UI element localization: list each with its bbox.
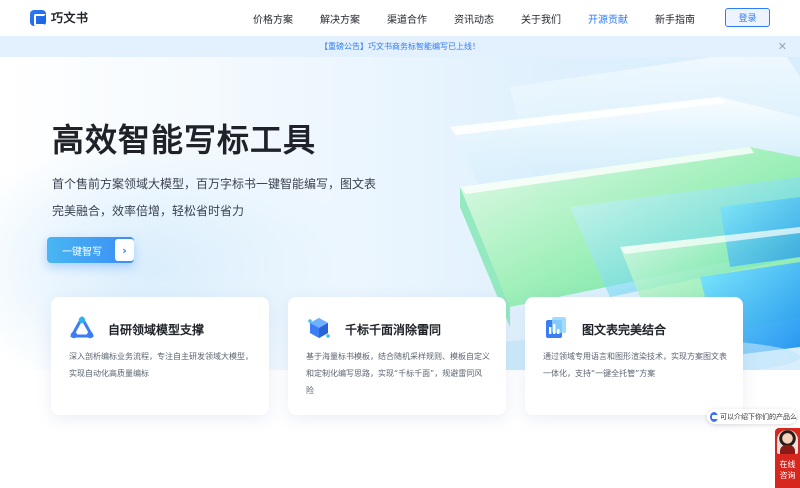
hero-subtitle-line-1: 首个售前方案领域大模型，百万字标书一键智能编写，图文表	[52, 177, 377, 191]
notice-bar: 【重磅公告】巧文书商务标智能编写已上线！ ✕	[0, 36, 800, 57]
smart-write-label: 一键智写	[62, 246, 102, 258]
nav-item-news[interactable]: 资讯动态	[454, 11, 494, 26]
consult-line-1: 在线	[779, 460, 796, 469]
feature-card-model: 自研领域模型支撑 深入剖析编标业务流程，专注自主研发领域大模型，实现自动化高质量…	[51, 297, 269, 415]
model-triangle-icon	[70, 316, 94, 339]
hero-subtitle-line-2: 完美融合，效率倍增，轻松省时省力	[52, 204, 245, 218]
feature-desc: 深入剖析编标业务流程，专注自主研发领域大模型，实现自动化高质量编标	[69, 352, 253, 378]
notice-link[interactable]: 【重磅公告】巧文书商务标智能编写已上线！	[320, 41, 480, 52]
feature-card-graphic: 图文表完美结合 通过领域专用语言和图形渲染技术，实现方案图文表一体化，支持“一键…	[525, 297, 743, 415]
nav-item-pricing[interactable]: 价格方案	[253, 11, 293, 26]
smart-write-button[interactable]: 一键智写 ›	[47, 237, 134, 263]
cube-icon	[308, 318, 330, 338]
nav-item-channel[interactable]: 渠道合作	[387, 11, 427, 26]
close-icon[interactable]: ✕	[778, 40, 787, 53]
chat-tip-bubble[interactable]: 可以介绍下你们的产品么	[707, 409, 797, 424]
feature-desc: 基于海量标书模板，结合随机采样规则、模板自定义和定制化编写思路，实现“千标千面”…	[306, 352, 490, 395]
nav-item-about[interactable]: 关于我们	[521, 11, 561, 26]
hero-subtitle: 首个售前方案领域大模型，百万字标书一键智能编写，图文表 完美融合，效率倍增，轻松…	[52, 171, 382, 225]
feature-title: 图文表完美结合	[582, 323, 667, 337]
nav-item-solutions[interactable]: 解决方案	[320, 11, 360, 26]
nav-item-guide[interactable]: 新手指南	[655, 11, 695, 26]
hero-title: 高效智能写标工具	[52, 121, 317, 159]
consult-line-2: 咨询	[779, 471, 796, 480]
online-consult-button[interactable]: 在线 咨询	[775, 428, 800, 488]
feature-card-unique: 千标千面消除雷同 基于海量标书模板，结合随机采样规则、模板自定义和定制化编写思路…	[288, 297, 506, 415]
main-nav: 价格方案 解决方案 渠道合作 资讯动态 关于我们 开源贡献 新手指南	[0, 0, 800, 36]
chat-bubble-icon	[710, 411, 718, 422]
chat-tip-text: 可以介绍下你们的产品么	[720, 412, 797, 421]
feature-title: 自研领域模型支撑	[108, 323, 205, 337]
consult-label: 在线 咨询	[775, 459, 800, 481]
top-header: 巧文书 价格方案 解决方案 渠道合作 资讯动态 关于我们 开源贡献 新手指南 登…	[0, 0, 800, 36]
document-chart-icon	[546, 317, 566, 338]
feature-desc: 通过领域专用语言和图形渲染技术，实现方案图文表一体化，支持“一键全托管”方案	[543, 352, 727, 378]
avatar	[777, 430, 798, 454]
chevron-right-icon: ›	[115, 239, 134, 261]
login-button[interactable]: 登录	[725, 8, 770, 27]
feature-title: 千标千面消除雷同	[345, 323, 442, 337]
nav-item-open-source[interactable]: 开源贡献	[588, 11, 628, 26]
